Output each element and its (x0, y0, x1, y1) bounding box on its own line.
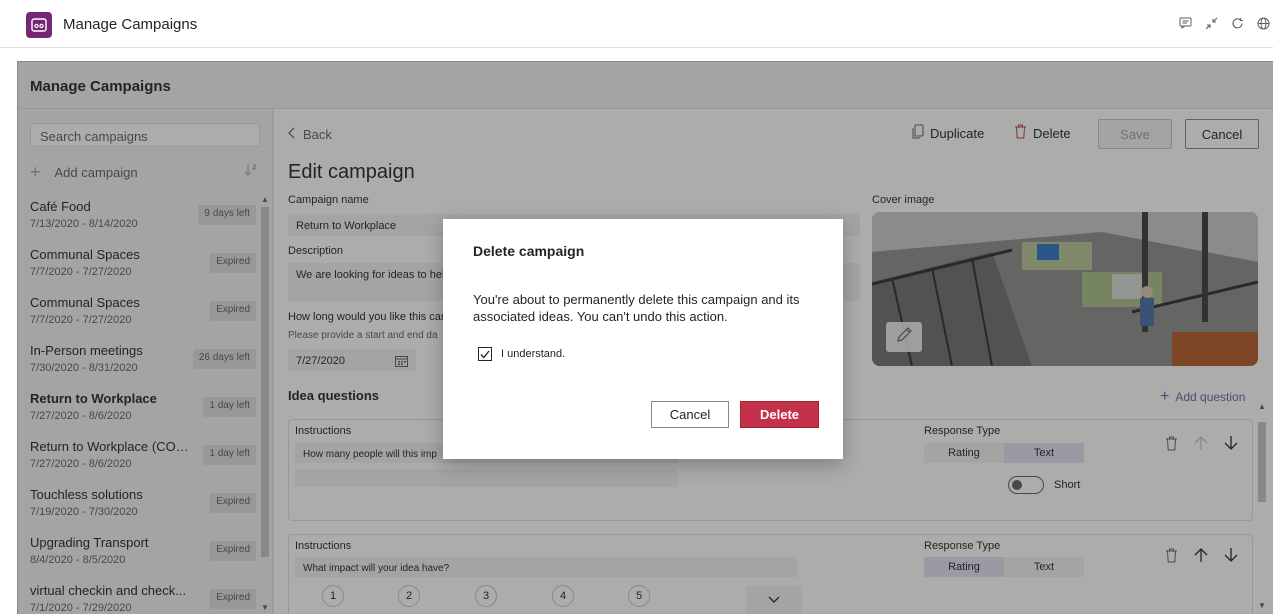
collapse-icon[interactable] (1203, 14, 1219, 32)
app-title: Manage Campaigns (63, 16, 198, 33)
understand-checkbox[interactable]: I understand. (478, 347, 565, 361)
globe-icon[interactable] (1255, 14, 1271, 32)
dialog-cancel-button[interactable]: Cancel (651, 401, 729, 428)
app-header: Manage Campaigns (0, 0, 1273, 48)
delete-campaign-dialog: Delete campaign You're about to permanen… (443, 219, 843, 459)
dialog-message: You're about to permanently delete this … (473, 292, 800, 324)
dialog-delete-button[interactable]: Delete (740, 401, 819, 428)
refresh-icon[interactable] (1229, 14, 1245, 32)
checkbox-label: I understand. (501, 348, 566, 360)
checkbox-checked-icon[interactable] (478, 347, 492, 361)
app-logo-icon (26, 12, 52, 38)
dialog-title: Delete campaign (473, 243, 585, 259)
chat-icon[interactable] (1177, 14, 1193, 32)
